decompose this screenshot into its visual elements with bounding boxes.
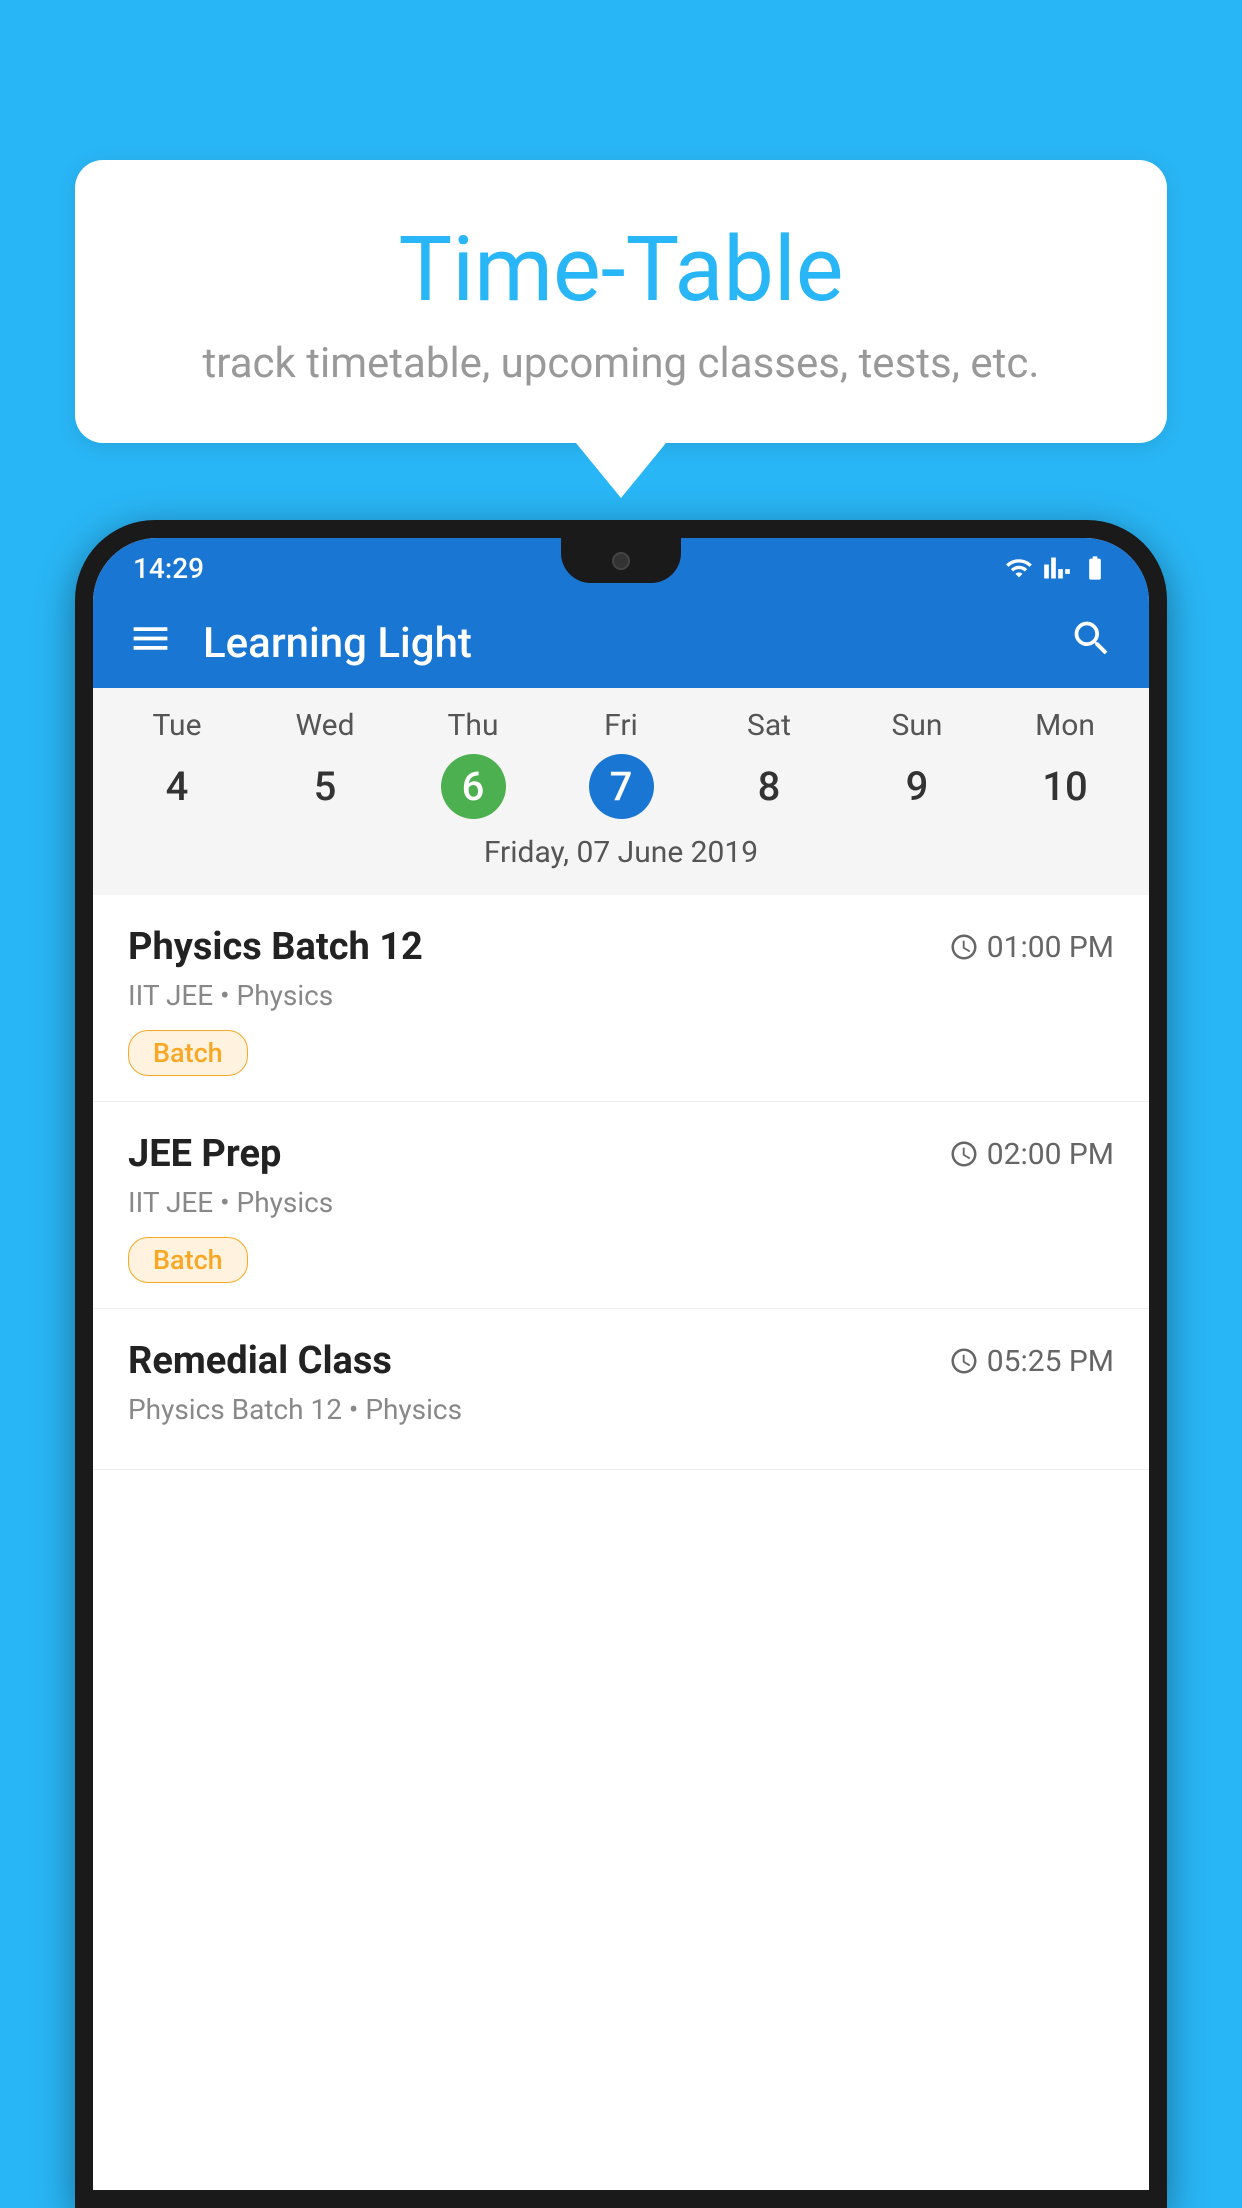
class-time-2: 02:00 PM: [949, 1137, 1114, 1172]
app-title: Learning Light: [203, 619, 1039, 668]
class-title-3: Remedial Class: [128, 1339, 392, 1383]
class-item-1-header: Physics Batch 12 01:00 PM: [128, 925, 1114, 969]
day-name-mon: Mon: [991, 708, 1139, 743]
notch: [561, 538, 681, 583]
class-subtitle-3: Physics Batch 12 • Physics: [128, 1393, 1114, 1426]
app-bar: Learning Light: [93, 598, 1149, 688]
class-item-3-header: Remedial Class 05:25 PM: [128, 1339, 1114, 1383]
class-list: Physics Batch 12 01:00 PM IIT JEE • Phys…: [93, 895, 1149, 2190]
wifi-icon: [1005, 554, 1033, 582]
day-name-sat: Sat: [695, 708, 843, 743]
class-item-2-header: JEE Prep 02:00 PM: [128, 1132, 1114, 1176]
class-item-2[interactable]: JEE Prep 02:00 PM IIT JEE • Physics Batc…: [93, 1102, 1149, 1309]
signal-icon: [1043, 554, 1071, 582]
day-6-today[interactable]: 6: [441, 754, 506, 819]
class-item-3[interactable]: Remedial Class 05:25 PM Physics Batch 12…: [93, 1309, 1149, 1470]
day-name-tue: Tue: [103, 708, 251, 743]
day-numbers-row: 4 5 6 7 8 9 10: [93, 753, 1149, 820]
day-5[interactable]: 5: [251, 753, 399, 820]
day-10[interactable]: 10: [991, 753, 1139, 820]
day-name-wed: Wed: [251, 708, 399, 743]
clock-icon-1: [949, 932, 979, 962]
class-subtitle-2: IIT JEE • Physics: [128, 1186, 1114, 1219]
class-subtitle-1: IIT JEE • Physics: [128, 979, 1114, 1012]
speech-bubble-container: Time-Table track timetable, upcoming cla…: [75, 160, 1167, 498]
status-icons: [1005, 554, 1109, 582]
batch-badge-1: Batch: [128, 1030, 248, 1076]
selected-date-label: Friday, 07 June 2019: [93, 835, 1149, 885]
class-title-1: Physics Batch 12: [128, 925, 423, 969]
speech-bubble-subtitle: track timetable, upcoming classes, tests…: [125, 339, 1117, 388]
speech-bubble-arrow: [576, 443, 666, 498]
speech-bubble-title: Time-Table: [125, 220, 1117, 319]
class-item-1[interactable]: Physics Batch 12 01:00 PM IIT JEE • Phys…: [93, 895, 1149, 1102]
clock-icon-3: [949, 1346, 979, 1376]
battery-icon: [1081, 554, 1109, 582]
phone-frame: 14:29: [75, 520, 1167, 2208]
batch-badge-2: Batch: [128, 1237, 248, 1283]
day-7-selected[interactable]: 7: [589, 754, 654, 819]
menu-icon[interactable]: [128, 616, 173, 670]
calendar-strip: Tue Wed Thu Fri Sat Sun Mon 4 5 6 7 8 9 …: [93, 688, 1149, 895]
day-names-row: Tue Wed Thu Fri Sat Sun Mon: [93, 708, 1149, 743]
class-time-1: 01:00 PM: [949, 930, 1114, 965]
class-time-3: 05:25 PM: [949, 1344, 1114, 1379]
status-time: 14:29: [133, 552, 204, 585]
class-title-2: JEE Prep: [128, 1132, 281, 1176]
clock-icon-2: [949, 1139, 979, 1169]
day-name-fri: Fri: [547, 708, 695, 743]
day-8[interactable]: 8: [695, 753, 843, 820]
day-name-sun: Sun: [843, 708, 991, 743]
search-icon[interactable]: [1069, 616, 1114, 670]
day-9[interactable]: 9: [843, 753, 991, 820]
camera: [612, 552, 630, 570]
day-name-thu: Thu: [399, 708, 547, 743]
phone-inner: 14:29: [93, 538, 1149, 2190]
status-bar: 14:29: [93, 538, 1149, 598]
day-4[interactable]: 4: [103, 753, 251, 820]
speech-bubble: Time-Table track timetable, upcoming cla…: [75, 160, 1167, 443]
